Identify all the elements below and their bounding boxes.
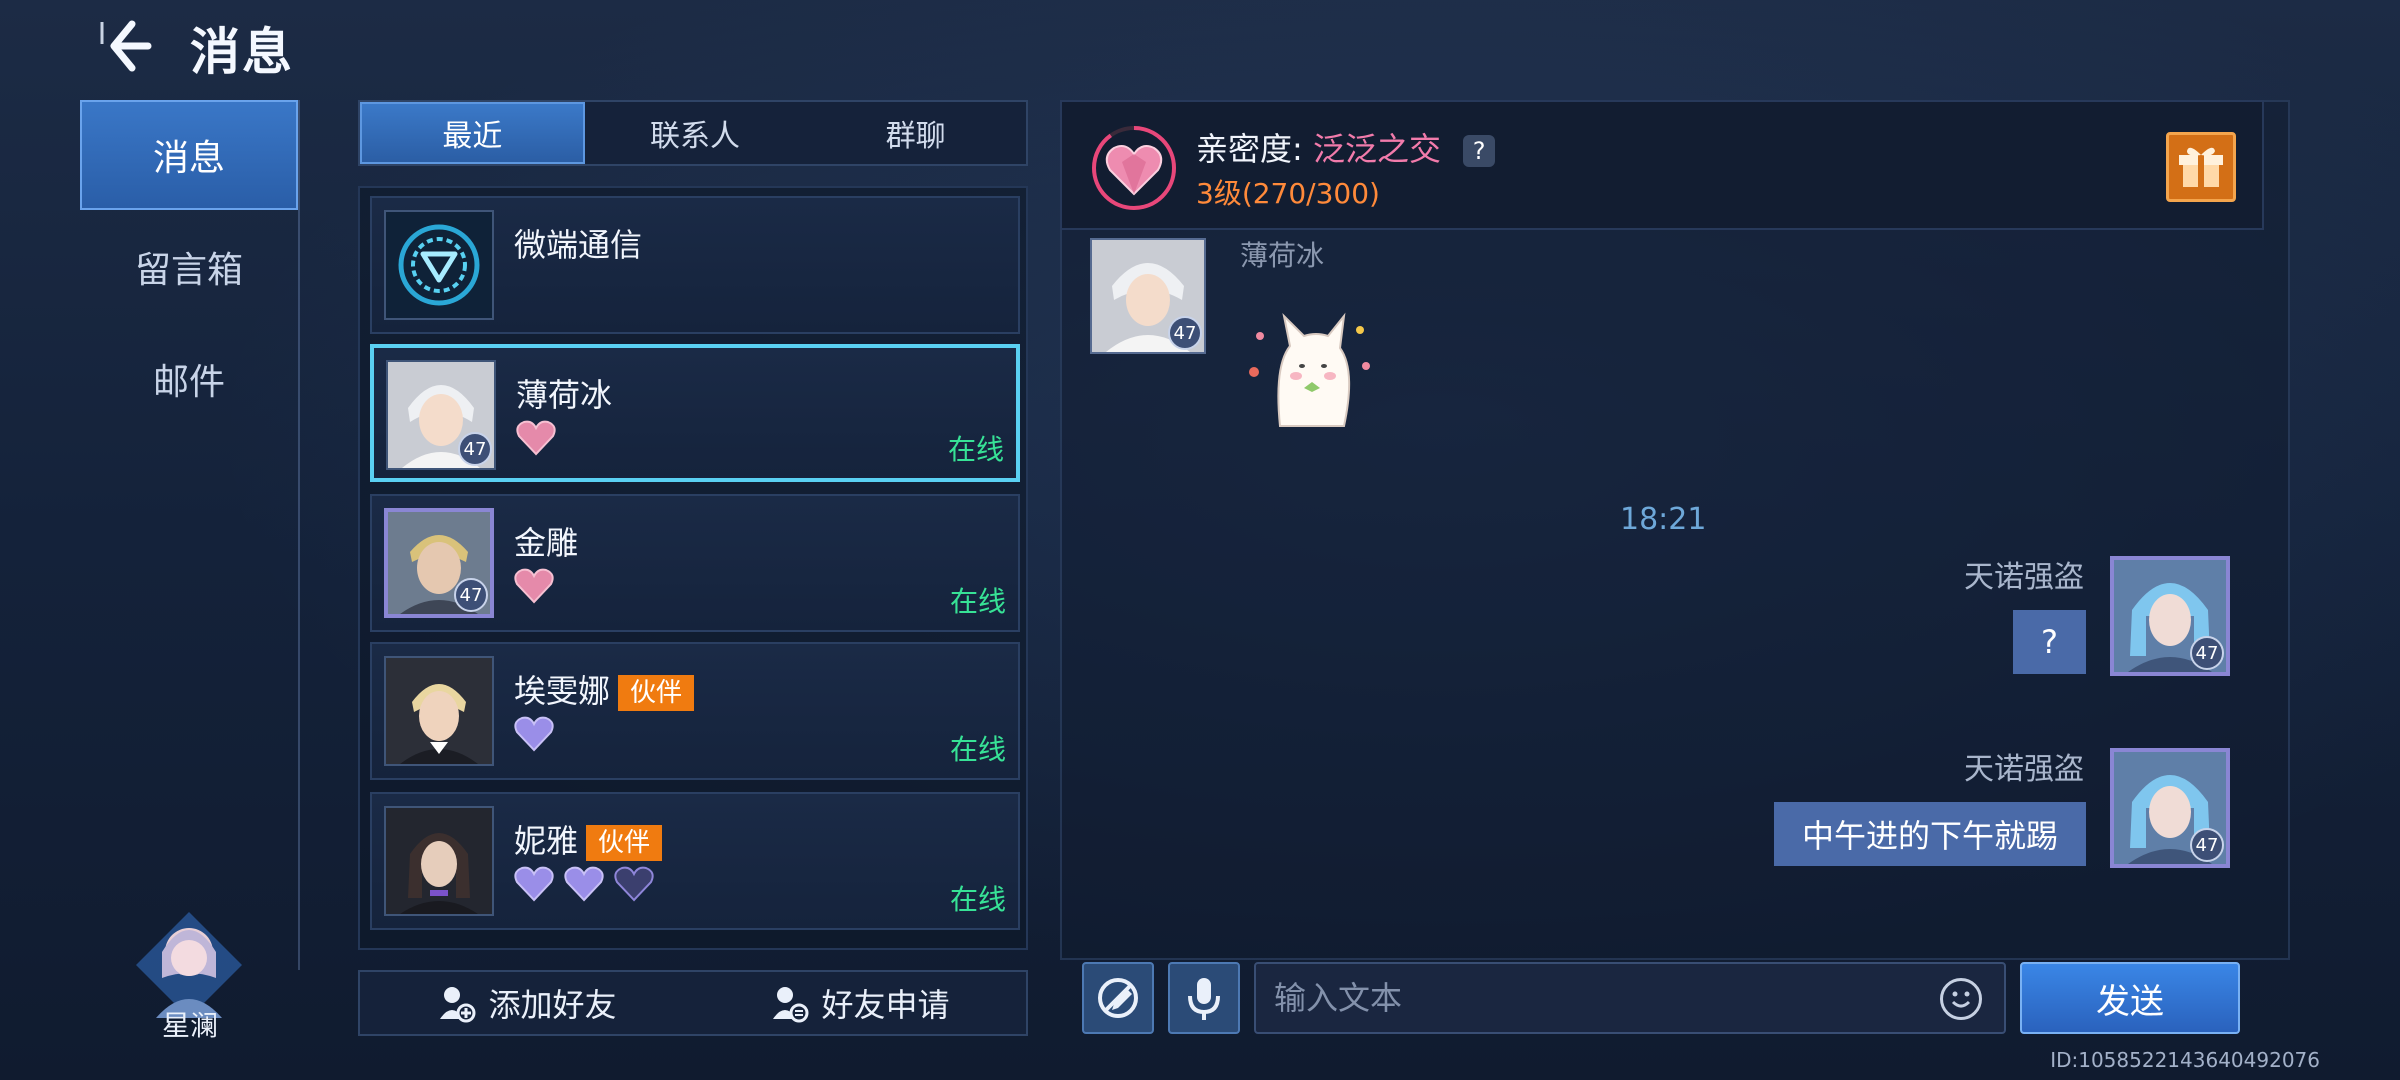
heart-icon — [564, 866, 604, 902]
sender-name: 薄荷冰 — [1240, 239, 1325, 272]
emoji-button[interactable] — [1940, 978, 1982, 1020]
gift-icon — [2179, 147, 2223, 187]
nav-item-mail[interactable]: 邮件 — [80, 324, 298, 434]
intimacy-hearts — [514, 716, 554, 752]
contact-row[interactable]: 微端通信 — [370, 196, 1020, 334]
cat-sticker-icon — [1249, 312, 1370, 427]
intimacy-hearts — [514, 866, 654, 902]
contact-name: 金雕 — [514, 524, 579, 562]
avatar-portrait-icon — [386, 658, 492, 764]
contact-tabs: 最近 联系人 群聊 — [358, 100, 1028, 166]
contact-name: 薄荷冰 — [516, 376, 613, 414]
player-name: 星澜 — [161, 1009, 218, 1042]
level-badge: 47 — [1168, 316, 1202, 350]
contact-avatar — [384, 656, 494, 766]
tab-group-chat[interactable]: 群聊 — [805, 102, 1026, 164]
nav-item-messages[interactable]: 消息 — [80, 100, 298, 210]
contact-avatar — [384, 210, 494, 320]
message-bubble: ? — [2013, 610, 2086, 674]
add-friend-button[interactable]: 添加好友 — [360, 972, 693, 1034]
online-status: 在线 — [949, 883, 1006, 916]
terminal-logo-icon — [386, 212, 492, 318]
avatar-portrait-icon — [386, 808, 492, 914]
level-badge: 47 — [2190, 828, 2224, 862]
heart-icon — [514, 568, 554, 604]
message-avatar[interactable]: 47 — [1090, 238, 1206, 354]
contact-avatar: 47 — [384, 508, 494, 618]
level-badge: 47 — [458, 432, 492, 466]
tab-recent[interactable]: 最近 — [360, 102, 585, 164]
microphone-icon — [1188, 978, 1220, 1020]
intimacy-heart-icon — [1092, 126, 1176, 210]
edit-no-icon — [1098, 978, 1138, 1018]
back-arrow-icon — [100, 20, 152, 72]
send-button[interactable]: 发送 — [2020, 962, 2240, 1034]
smiley-icon — [1951, 991, 1971, 1008]
intimacy-label: 亲密度: 泛泛之交 ? — [1196, 124, 1496, 170]
intimacy-hearts — [516, 420, 556, 456]
help-icon[interactable]: ? — [1463, 135, 1496, 167]
heart-icon — [614, 866, 654, 902]
heart-icon — [516, 420, 556, 456]
add-friend-label: 添加好友 — [488, 986, 617, 1024]
contact-avatar: 47 — [386, 360, 496, 470]
left-nav: 消息 留言箱 邮件 — [80, 100, 300, 970]
intimacy-hearts — [514, 568, 554, 604]
heart-icon — [514, 716, 554, 752]
quick-phrase-button[interactable] — [1082, 962, 1154, 1034]
contact-row[interactable]: 47 金雕 在线 — [370, 494, 1020, 632]
voice-button[interactable] — [1168, 962, 1240, 1034]
intimacy-value: 泛泛之交 — [1312, 130, 1441, 168]
nav-item-message-box[interactable]: 留言箱 — [80, 212, 298, 322]
contact-avatar — [384, 806, 494, 916]
online-status: 在线 — [947, 433, 1004, 466]
contact-name-text: 妮雅 — [514, 822, 579, 860]
message-bubble: 中午进的下午就踢 — [1773, 802, 2086, 866]
friend-request-label: 好友申请 — [821, 986, 950, 1024]
contact-name-text: 埃雯娜 — [514, 672, 611, 710]
online-status: 在线 — [949, 585, 1006, 618]
contact-name: 妮雅 伙伴 — [514, 816, 663, 862]
contact-row[interactable]: 埃雯娜 伙伴 在线 — [370, 642, 1020, 780]
heart-icon — [514, 866, 554, 902]
sender-name: 天诺强盗 — [1964, 560, 2084, 595]
page-title: 消息 — [190, 23, 294, 81]
friend-request-button[interactable]: 好友申请 — [693, 972, 1026, 1034]
level-badge: 47 — [2190, 636, 2224, 670]
contact-row[interactable]: 妮雅 伙伴 在线 — [370, 792, 1020, 930]
tab-contacts[interactable]: 联系人 — [585, 102, 806, 164]
message-timestamp: 18:21 — [1620, 502, 1707, 537]
partner-tag: 伙伴 — [586, 825, 663, 861]
contact-row[interactable]: 47 薄荷冰 在线 — [370, 344, 1020, 482]
add-friend-icon — [440, 987, 476, 1023]
gift-button[interactable] — [2166, 132, 2236, 202]
message-avatar[interactable]: 47 — [2110, 748, 2230, 868]
back-button[interactable] — [96, 14, 162, 80]
online-status: 在线 — [949, 733, 1006, 766]
sticker-message[interactable] — [1240, 296, 1380, 436]
intimacy-label-text: 亲密度: — [1196, 130, 1303, 168]
intimacy-level: 3级(270/300) — [1196, 177, 1380, 210]
message-avatar[interactable]: 47 — [2110, 556, 2230, 676]
contact-actions: 添加好友 好友申请 — [358, 970, 1028, 1036]
message-input[interactable] — [1254, 962, 2006, 1034]
friend-request-icon — [773, 987, 809, 1023]
contact-name: 微端通信 — [514, 226, 643, 264]
intimacy-bar: 亲密度: 泛泛之交 ? 3级(270/300) — [1060, 100, 2264, 230]
sender-name: 天诺强盗 — [1964, 752, 2084, 787]
partner-tag: 伙伴 — [618, 675, 695, 711]
contact-name: 埃雯娜 伙伴 — [514, 666, 695, 712]
level-badge: 47 — [454, 578, 488, 612]
contact-list: 微端通信 47 薄荷冰 在线 47 金雕 在线 埃雯娜 伙伴 在线 妮雅 伙伴 … — [358, 186, 1028, 950]
user-id: ID:1058522143640492076 — [2050, 1048, 2320, 1072]
